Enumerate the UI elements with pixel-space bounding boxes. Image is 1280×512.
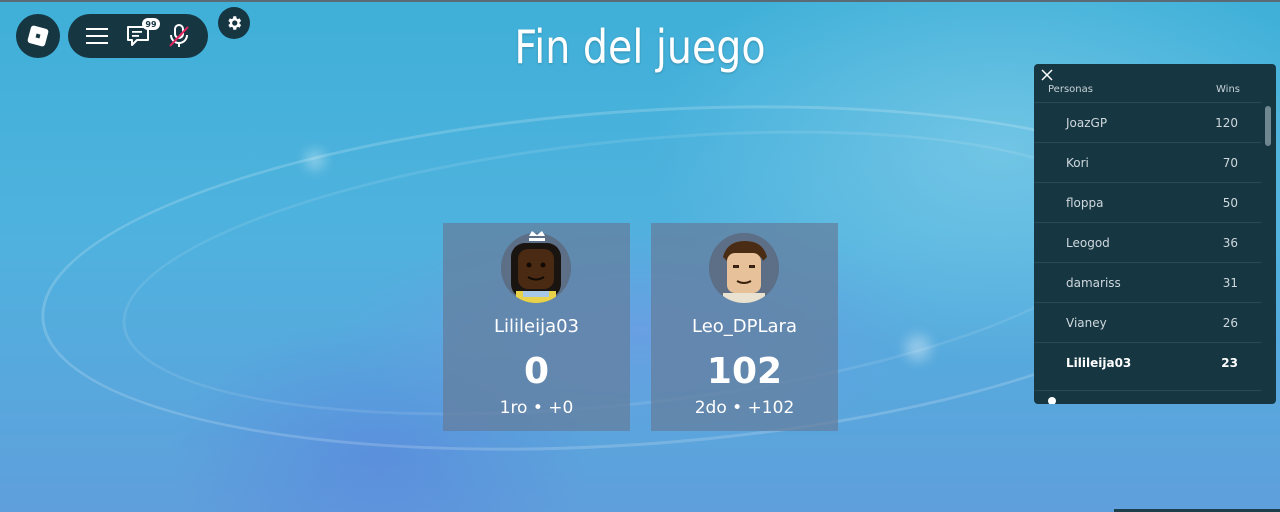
leaderboard-row[interactable]: Vianey 26: [1034, 302, 1262, 342]
leaderboard-wins: 120: [1215, 116, 1238, 130]
background-sparkle: [905, 335, 931, 361]
crown-icon: [529, 231, 545, 241]
leaderboard-scrollbar[interactable]: [1265, 106, 1271, 146]
background-sparkle: [305, 150, 325, 170]
leaderboard-row[interactable]: Leogod 36: [1034, 222, 1262, 262]
game-over-title: Fin del juego: [514, 20, 766, 74]
player-card: Leo_DPLara 102 2do • +102: [651, 223, 838, 431]
leaderboard-player-name: Lilileija03: [1066, 356, 1132, 370]
player-name: Leo_DPLara: [691, 316, 797, 337]
leaderboard-row[interactable]: Kori 70: [1034, 142, 1262, 182]
leaderboard-wins: 36: [1222, 236, 1238, 250]
avatar-portrait: [501, 233, 571, 303]
player-score: 0: [523, 351, 550, 392]
leaderboard-wins: 31: [1222, 276, 1238, 290]
leaderboard-row-partial: [1034, 390, 1262, 404]
leaderboard-wins: 70: [1222, 156, 1238, 170]
avatar: [709, 233, 779, 303]
roblox-logo-icon: [26, 24, 50, 48]
leaderboard-player-name: JoazGP: [1066, 116, 1108, 130]
leaderboard-player-name: Kori: [1066, 156, 1089, 170]
leaderboard-player-name: floppa: [1066, 196, 1104, 210]
leaderboard-row-self[interactable]: Lilileija03 23: [1034, 342, 1262, 382]
leaderboard-wins: 23: [1221, 356, 1238, 370]
window-top-border: [0, 0, 1280, 2]
leaderboard-wins: 50: [1222, 196, 1238, 210]
leaderboard-player-name: Vianey: [1066, 316, 1107, 330]
player-rank: 2do • +102: [694, 398, 795, 418]
leaderboard-panel: Personas Wins JoazGP 120 Kori 70 floppa …: [1034, 64, 1276, 404]
leaderboard-list: JoazGP 120 Kori 70 floppa 50 Leogod 36 d…: [1034, 102, 1262, 382]
leaderboard-player-name: Leogod: [1066, 236, 1110, 250]
player-score: 102: [706, 351, 783, 392]
player-icon: [1048, 397, 1056, 404]
close-icon[interactable]: [1040, 68, 1054, 82]
leaderboard-player-name: damariss: [1066, 276, 1121, 290]
leaderboard-wins: 26: [1222, 316, 1238, 330]
column-header-wins: Wins: [1216, 84, 1240, 95]
roblox-menu-button[interactable]: [16, 14, 60, 58]
avatar: [501, 233, 571, 303]
player-card: Lilileija03 0 1ro • +0: [443, 223, 630, 431]
leaderboard-row[interactable]: damariss 31: [1034, 262, 1262, 302]
player-name: Lilileija03: [493, 316, 580, 337]
leaderboard-header: Personas Wins: [1034, 84, 1276, 102]
avatar-portrait: [709, 233, 779, 303]
player-rank: 1ro • +0: [499, 398, 574, 418]
column-header-people: Personas: [1048, 84, 1093, 95]
leaderboard-row[interactable]: floppa 50: [1034, 182, 1262, 222]
leaderboard-row[interactable]: JoazGP 120: [1034, 102, 1262, 142]
